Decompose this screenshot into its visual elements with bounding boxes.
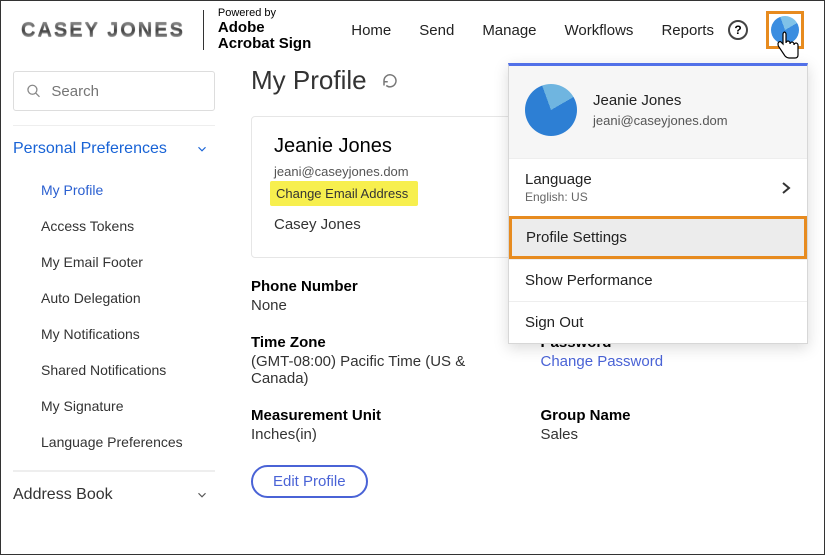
user-avatar[interactable] bbox=[771, 16, 799, 44]
dropdown-show-performance[interactable]: Show Performance bbox=[509, 259, 807, 301]
phone-label: Phone Number bbox=[251, 278, 511, 295]
dropdown-show-performance-label: Show Performance bbox=[525, 272, 653, 289]
refresh-icon[interactable] bbox=[381, 72, 399, 90]
app-header: CASEY JONES Powered by Adobe Acrobat Sig… bbox=[1, 1, 824, 59]
sidebar-item-my-signature[interactable]: My Signature bbox=[13, 388, 215, 424]
sidebar-item-shared-notifications[interactable]: Shared Notifications bbox=[13, 352, 215, 388]
addressbook-title: Address Book bbox=[13, 486, 113, 504]
nav-workflows[interactable]: Workflows bbox=[565, 22, 634, 39]
chevron-down-icon bbox=[195, 488, 209, 502]
dropdown-user-email: jeani@caseyjones.dom bbox=[593, 113, 728, 128]
group-block: Group Name Sales bbox=[541, 407, 801, 443]
dropdown-language-label: Language bbox=[525, 171, 592, 188]
powered-brand2: Acrobat Sign bbox=[218, 36, 311, 53]
sidebar-item-my-notifications[interactable]: My Notifications bbox=[13, 316, 215, 352]
sidebar-item-my-profile[interactable]: My Profile bbox=[13, 172, 215, 208]
dropdown-sign-out-label: Sign Out bbox=[525, 314, 583, 331]
sidebar: Personal Preferences My Profile Access T… bbox=[1, 59, 227, 554]
timezone-label: Time Zone bbox=[251, 334, 511, 351]
brand-logo: CASEY JONES bbox=[21, 19, 185, 42]
dropdown-language-value: English: US bbox=[525, 190, 588, 204]
sidebar-items: My Profile Access Tokens My Email Footer… bbox=[13, 172, 215, 470]
dropdown-user-name: Jeanie Jones bbox=[593, 92, 728, 109]
sidebar-item-email-footer[interactable]: My Email Footer bbox=[13, 244, 215, 280]
dropdown-user-block: Jeanie Jones jeani@caseyjones.dom bbox=[509, 66, 807, 158]
edit-profile-button[interactable]: Edit Profile bbox=[251, 465, 368, 498]
section-header-addressbook[interactable]: Address Book bbox=[13, 471, 215, 518]
timezone-block: Time Zone (GMT-08:00) Pacific Time (US &… bbox=[251, 334, 511, 387]
dropdown-profile-settings[interactable]: Profile Settings bbox=[509, 216, 807, 259]
change-password-link[interactable]: Change Password bbox=[541, 353, 801, 370]
search-icon bbox=[26, 82, 41, 100]
dropdown-sign-out[interactable]: Sign Out bbox=[509, 301, 807, 343]
dropdown-profile-settings-label: Profile Settings bbox=[526, 229, 627, 246]
unit-label: Measurement Unit bbox=[251, 407, 511, 424]
help-icon[interactable]: ? bbox=[728, 20, 748, 40]
sidebar-item-access-tokens[interactable]: Access Tokens bbox=[13, 208, 215, 244]
phone-block: Phone Number None bbox=[251, 278, 511, 314]
group-label: Group Name bbox=[541, 407, 801, 424]
search-input[interactable] bbox=[51, 83, 202, 100]
powered-brand1: Adobe bbox=[218, 20, 311, 37]
nav-send[interactable]: Send bbox=[419, 22, 454, 39]
section-title: Personal Preferences bbox=[13, 140, 167, 158]
chevron-right-icon bbox=[781, 181, 791, 195]
sidebar-item-auto-delegation[interactable]: Auto Delegation bbox=[13, 280, 215, 316]
main-nav: Home Send Manage Workflows Reports bbox=[351, 22, 714, 39]
unit-block: Measurement Unit Inches(in) bbox=[251, 407, 511, 443]
nav-reports[interactable]: Reports bbox=[661, 22, 714, 39]
sidebar-item-language-preferences[interactable]: Language Preferences bbox=[13, 424, 215, 460]
dropdown-language[interactable]: Language English: US bbox=[509, 158, 807, 216]
sidebar-section-preferences: Personal Preferences My Profile Access T… bbox=[13, 125, 215, 471]
change-email-link[interactable]: Change Email Address bbox=[270, 181, 418, 206]
section-header-preferences[interactable]: Personal Preferences bbox=[13, 126, 215, 172]
nav-manage[interactable]: Manage bbox=[482, 22, 536, 39]
user-dropdown: Jeanie Jones jeani@caseyjones.dom Langua… bbox=[508, 63, 808, 344]
group-value: Sales bbox=[541, 426, 801, 443]
dropdown-avatar bbox=[525, 84, 577, 136]
header-divider bbox=[203, 10, 204, 50]
search-box[interactable] bbox=[13, 71, 215, 111]
page-title: My Profile bbox=[251, 65, 367, 96]
powered-by: Powered by Adobe Acrobat Sign bbox=[218, 7, 311, 52]
dropdown-user-text: Jeanie Jones jeani@caseyjones.dom bbox=[593, 92, 728, 128]
phone-value: None bbox=[251, 297, 511, 314]
unit-value: Inches(in) bbox=[251, 426, 511, 443]
avatar-highlight bbox=[766, 11, 804, 49]
powered-label: Powered by bbox=[218, 7, 311, 19]
header-right: ? bbox=[728, 11, 804, 49]
nav-home[interactable]: Home bbox=[351, 22, 391, 39]
timezone-value: (GMT-08:00) Pacific Time (US & Canada) bbox=[251, 353, 511, 387]
chevron-up-icon bbox=[195, 142, 209, 156]
